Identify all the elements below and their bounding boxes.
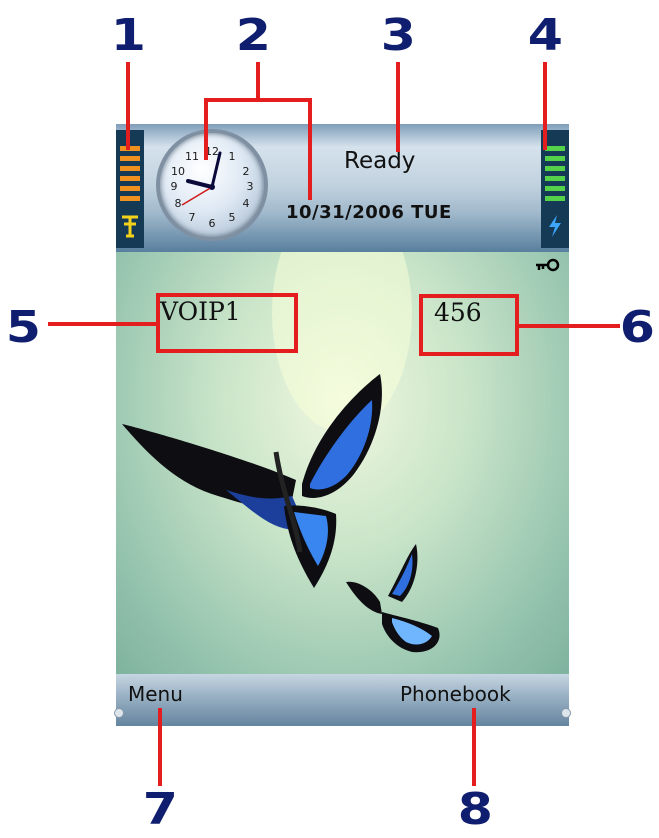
callout-leader-lines	[48, 62, 620, 786]
leader-line-2	[204, 98, 312, 200]
